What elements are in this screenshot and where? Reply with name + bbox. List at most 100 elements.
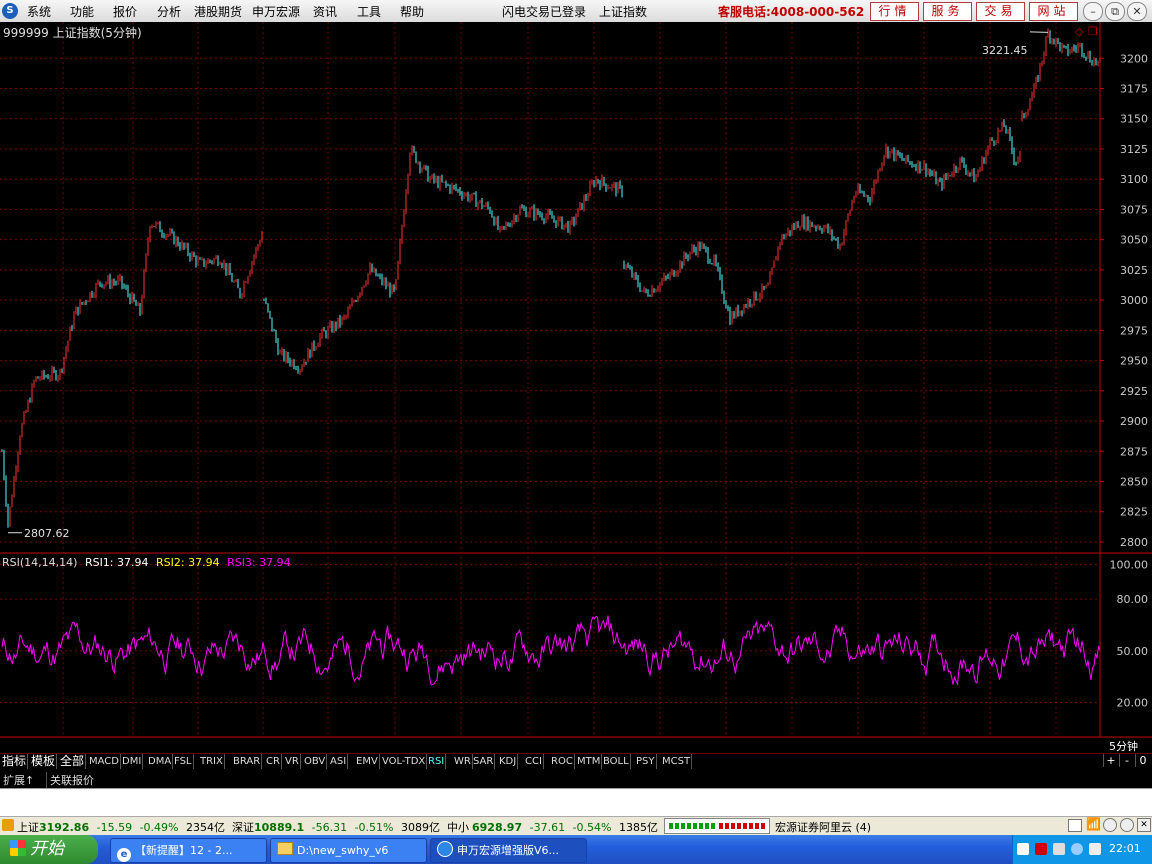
status-bar: 上证3192.86 -15.59 -0.49% 2354亿 深证10889.1 … [0,816,1152,835]
keyboard-icon[interactable] [1017,843,1029,855]
y-tick-label: 3000 [1120,294,1148,307]
tab-asi[interactable]: ASI [329,754,349,769]
ie-icon: e [117,848,131,862]
tab-vr[interactable]: VR [284,754,301,769]
zoom-out-button[interactable]: - [1119,754,1134,767]
tab-wr[interactable]: WR [453,754,473,769]
extension-bar: 扩展↑ 关联报价 [0,770,1152,788]
taskbar-item-browser-label: 【新提醒】12 - 2... [135,844,233,857]
y-tick-label: 2800 [1120,536,1148,549]
help-icon[interactable] [1120,818,1134,832]
y-tick-label: 3125 [1120,143,1148,156]
tab-all[interactable]: 全部 [59,754,87,769]
notepad-icon[interactable] [1068,819,1082,832]
rsi-tick-label: 20.00 [1117,697,1149,710]
tab-indicators[interactable]: 指标 [1,754,29,769]
clock-icon[interactable] [1103,818,1117,832]
tab-brar[interactable]: BRAR [232,754,263,769]
sh-index[interactable]: 上证3192.86 -15.59 -0.49% 2354亿 [17,819,225,835]
tab-macd[interactable]: MACD [88,754,121,769]
tab-cci[interactable]: CCI [524,754,544,769]
website-button[interactable]: 网站 [1029,2,1078,21]
tab-vol-tdx[interactable]: VOL-TDX [381,754,428,769]
tab-cr[interactable]: CR [265,754,282,769]
y-tick-label: 2975 [1120,324,1148,337]
taskbar-item-browser[interactable]: e 【新提醒】12 - 2... [110,838,267,863]
trade-button[interactable]: 交易 [976,2,1025,21]
tray-app-icon[interactable] [1053,843,1065,855]
tab-emv[interactable]: EMV [355,754,380,769]
tab-templates[interactable]: 模板 [30,754,58,769]
extend-button[interactable]: 扩展↑ [3,772,34,788]
market-button[interactable]: 行情 [870,2,919,21]
kline-chart[interactable]: 2800 2825 2850 2875 2900 2925 2950 2975 3000 3025… [0,22,1152,738]
menu-system[interactable]: 系统 [27,3,51,20]
system-tray: 22:01 [1012,835,1152,864]
sh-change: -15.59 [96,821,133,834]
signal-icon[interactable]: 📶 [1086,817,1101,831]
network-icon[interactable] [1071,843,1083,855]
tab-trix[interactable]: TRIX [199,754,225,769]
period-label[interactable]: 5分钟 [1109,738,1138,754]
tab-mtm[interactable]: MTM [576,754,603,769]
diamond-icon[interactable]: ◇ [1075,25,1083,38]
menu-news[interactable]: 资讯 [313,3,337,20]
y-tick-label: 3200 [1120,52,1148,65]
tab-kdj[interactable]: KDJ [498,754,519,769]
zx-amount: 1385亿 [619,821,658,834]
tab-obv[interactable]: OBV [303,754,328,769]
related-quote-button[interactable]: 关联报价 [46,772,94,788]
start-label: 开始 [30,839,64,859]
y-tick-label: 2925 [1120,385,1148,398]
taskbar-item-app[interactable]: 申万宏源增强版V6... [430,838,587,863]
taskbar-item-folder-label: D:\new_swhy_v6 [297,844,389,857]
menu-analysis[interactable]: 分析 [157,3,181,20]
taskbar-item-folder[interactable]: D:\new_swhy_v6 [270,838,427,863]
app-logo-icon: S [2,3,18,19]
chart-area[interactable]: 2800 2825 2850 2875 2900 2925 2950 2975 3000 3025… [0,22,1152,753]
sh-amount: 2354亿 [186,821,225,834]
start-button[interactable]: 开始 [0,835,98,864]
tab-sar[interactable]: SAR [472,754,496,769]
clock[interactable]: 22:01 [1109,842,1141,855]
broker-server[interactable]: 宏源证券阿里云 (4) [775,819,871,835]
tab-dmi[interactable]: DMI [121,754,144,769]
close-icon[interactable]: ✕ [1127,2,1147,21]
restore-icon[interactable]: ⧉ [1105,2,1125,21]
menu-bar: S 系统 功能 报价 分析 港股期货 申万宏源 资讯 工具 帮助 闪电交易已登录… [0,0,1152,23]
minimize-icon[interactable]: – [1083,2,1103,21]
y-tick-label: 3075 [1120,203,1148,216]
sh-value: 3192.86 [39,821,90,834]
menu-hk-futures[interactable]: 港股期货 [194,3,242,20]
tab-mcst[interactable]: MCST [661,754,693,769]
chart-title: 999999 上证指数(5分钟) [3,26,142,40]
tab-boll[interactable]: BOLL [602,754,631,769]
menu-swhy[interactable]: 申万宏源 [252,3,300,20]
zx-index[interactable]: 中小 6928.97 -37.61 -0.54% 1385亿 [447,819,658,835]
index-name[interactable]: 上证指数 [599,3,647,20]
login-status: 闪电交易已登录 [502,5,587,19]
window-icon[interactable]: ❐ [1088,25,1098,38]
tab-psy[interactable]: PSY [635,754,657,769]
antivirus-icon[interactable] [1035,843,1047,855]
tab-rsi[interactable]: RSI [427,754,447,769]
zoom-reset-button[interactable]: 0 [1135,754,1150,767]
app-icon [437,841,453,857]
service-button[interactable]: 服务 [923,2,972,21]
menu-help[interactable]: 帮助 [400,3,424,20]
sz-index[interactable]: 深证10889.1 -56.31 -0.51% 3089亿 [232,819,440,835]
tab-fsl[interactable]: FSL [173,754,194,769]
low-price-label: 2807.62 [24,527,70,540]
tab-roc[interactable]: ROC [550,754,575,769]
y-tick-label: 2950 [1120,355,1148,368]
menu-tools[interactable]: 工具 [357,3,381,20]
sh-pct: -0.49% [139,821,179,834]
lock-icon[interactable] [2,819,14,831]
menu-quote[interactable]: 报价 [113,3,137,20]
volume-icon[interactable] [1089,843,1101,855]
menu-function[interactable]: 功能 [70,3,94,20]
zoom-in-button[interactable]: + [1103,754,1118,767]
sz-amount: 3089亿 [401,821,440,834]
close-panel-icon[interactable]: ✕ [1137,818,1151,832]
tab-dma[interactable]: DMA [147,754,174,769]
